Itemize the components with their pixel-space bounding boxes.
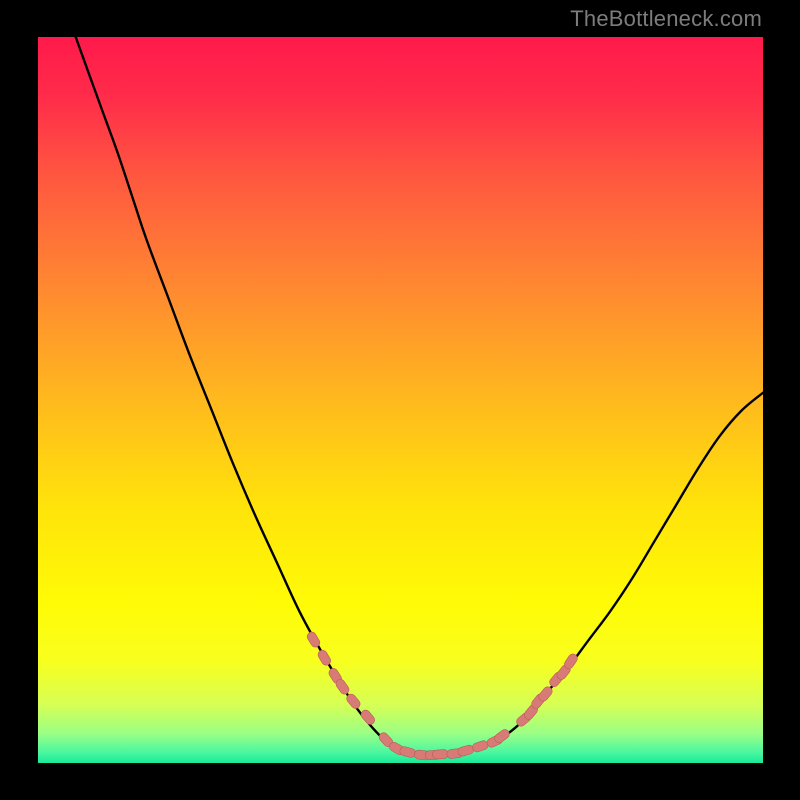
curve-layer [38, 37, 763, 763]
plot-area [38, 37, 763, 763]
marker-pill [457, 744, 475, 757]
outer-frame: TheBottleneck.com [0, 0, 800, 800]
watermark-text: TheBottleneck.com [570, 6, 762, 32]
marker-pill [432, 749, 449, 759]
marker-pill [359, 708, 376, 726]
marker-pill [471, 740, 489, 754]
marker-pill [399, 746, 417, 759]
bottleneck-curve [76, 37, 763, 755]
highlight-markers [306, 630, 580, 760]
